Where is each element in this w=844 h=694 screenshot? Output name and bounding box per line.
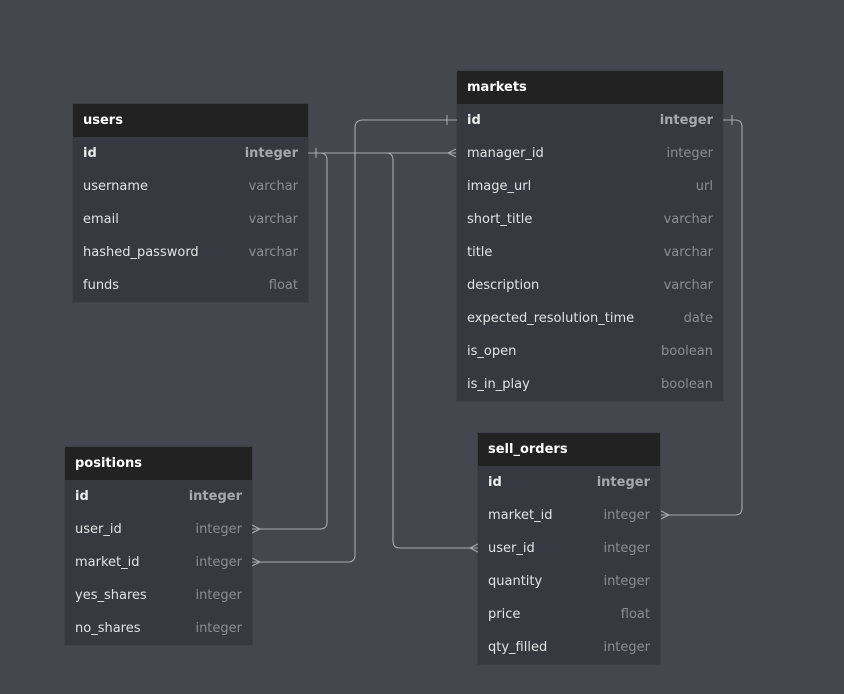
field-type: integer [603, 541, 650, 556]
field-name: id [75, 489, 89, 504]
field-row-expected-resolution-time[interactable]: expected_resolution_time date [457, 302, 723, 335]
field-type: varchar [248, 245, 298, 260]
field-name: email [83, 212, 119, 227]
field-row-hashed-password[interactable]: hashed_password varchar [73, 236, 308, 269]
diagram-canvas[interactable]: users id integer username varchar email varcha… [0, 0, 844, 694]
link-users-id-markets-manager-id[interactable] [308, 148, 457, 158]
crowfoot-many-icon [446, 148, 457, 158]
crowfoot-many-icon [251, 557, 262, 567]
table-sell-orders[interactable]: sell_orders id integer market_id integer user… [478, 433, 660, 664]
field-name: yes_shares [75, 588, 147, 603]
field-name: qty_filled [488, 640, 548, 655]
crowfoot-many-icon [660, 510, 671, 520]
field-name: is_open [467, 344, 517, 359]
table-header[interactable]: users [73, 104, 308, 137]
crowfoot-many-icon [468, 543, 479, 553]
field-name: manager_id [467, 146, 544, 161]
field-row-short-title[interactable]: short_title varchar [457, 203, 723, 236]
field-type: integer [195, 522, 242, 537]
field-name: id [488, 475, 502, 490]
field-type: integer [596, 475, 650, 490]
table-header[interactable]: sell_orders [478, 433, 660, 466]
field-type: varchar [663, 212, 713, 227]
field-type: varchar [248, 179, 298, 194]
field-type: url [695, 179, 713, 194]
field-row-is-in-play[interactable]: is_in_play boolean [457, 368, 723, 401]
field-name: quantity [488, 574, 543, 589]
field-row-no-shares[interactable]: no_shares integer [65, 612, 252, 645]
field-type: integer [244, 146, 298, 161]
field-row-quantity[interactable]: quantity integer [478, 565, 660, 598]
field-name: price [488, 607, 521, 622]
field-row-market-id[interactable]: market_id integer [65, 546, 252, 579]
field-row-image-url[interactable]: image_url url [457, 170, 723, 203]
field-type: integer [195, 621, 242, 636]
field-name: username [83, 179, 148, 194]
field-type: integer [603, 574, 650, 589]
field-name: market_id [75, 555, 140, 570]
field-type: integer [188, 489, 242, 504]
field-name: description [467, 278, 540, 293]
field-type: integer [603, 508, 650, 523]
table-positions[interactable]: positions id integer user_id integer market_i… [65, 447, 252, 645]
field-type: integer [659, 113, 713, 128]
field-row-description[interactable]: description varchar [457, 269, 723, 302]
field-row-user-id[interactable]: user_id integer [478, 532, 660, 565]
field-name: is_in_play [467, 377, 530, 392]
field-row-id[interactable]: id integer [457, 104, 723, 137]
table-header[interactable]: markets [457, 71, 723, 104]
field-type: date [683, 311, 713, 326]
field-name: no_shares [75, 621, 141, 636]
field-type: boolean [661, 377, 713, 392]
table-users[interactable]: users id integer username varchar email varcha… [73, 104, 308, 302]
field-type: varchar [248, 212, 298, 227]
field-row-id[interactable]: id integer [478, 466, 660, 499]
field-name: expected_resolution_time [467, 311, 635, 326]
field-type: float [268, 278, 298, 293]
field-row-is-open[interactable]: is_open boolean [457, 335, 723, 368]
field-name: funds [83, 278, 120, 293]
field-type: boolean [661, 344, 713, 359]
field-type: integer [195, 588, 242, 603]
table-header[interactable]: positions [65, 447, 252, 480]
field-name: id [83, 146, 97, 161]
crowfoot-many-icon [251, 524, 262, 534]
field-row-yes-shares[interactable]: yes_shares integer [65, 579, 252, 612]
field-name: user_id [488, 541, 535, 556]
field-row-funds[interactable]: funds float [73, 269, 308, 302]
field-type: varchar [663, 278, 713, 293]
field-row-title[interactable]: title varchar [457, 236, 723, 269]
field-row-id[interactable]: id integer [73, 137, 308, 170]
field-row-manager-id[interactable]: manager_id integer [457, 137, 723, 170]
field-name: id [467, 113, 481, 128]
field-row-id[interactable]: id integer [65, 480, 252, 513]
field-row-email[interactable]: email varchar [73, 203, 308, 236]
field-name: hashed_password [83, 245, 199, 260]
field-type: integer [195, 555, 242, 570]
field-name: short_title [467, 212, 533, 227]
field-type: integer [603, 640, 650, 655]
field-type: integer [666, 146, 713, 161]
field-type: varchar [663, 245, 713, 260]
field-row-qty-filled[interactable]: qty_filled integer [478, 631, 660, 664]
field-row-price[interactable]: price float [478, 598, 660, 631]
field-name: market_id [488, 508, 553, 523]
field-row-market-id[interactable]: market_id integer [478, 499, 660, 532]
field-name: title [467, 245, 493, 260]
field-row-user-id[interactable]: user_id integer [65, 513, 252, 546]
field-name: image_url [467, 179, 532, 194]
table-markets[interactable]: markets id integer manager_id integer image_u… [457, 71, 723, 401]
field-row-username[interactable]: username varchar [73, 170, 308, 203]
field-name: user_id [75, 522, 122, 537]
field-type: float [620, 607, 650, 622]
